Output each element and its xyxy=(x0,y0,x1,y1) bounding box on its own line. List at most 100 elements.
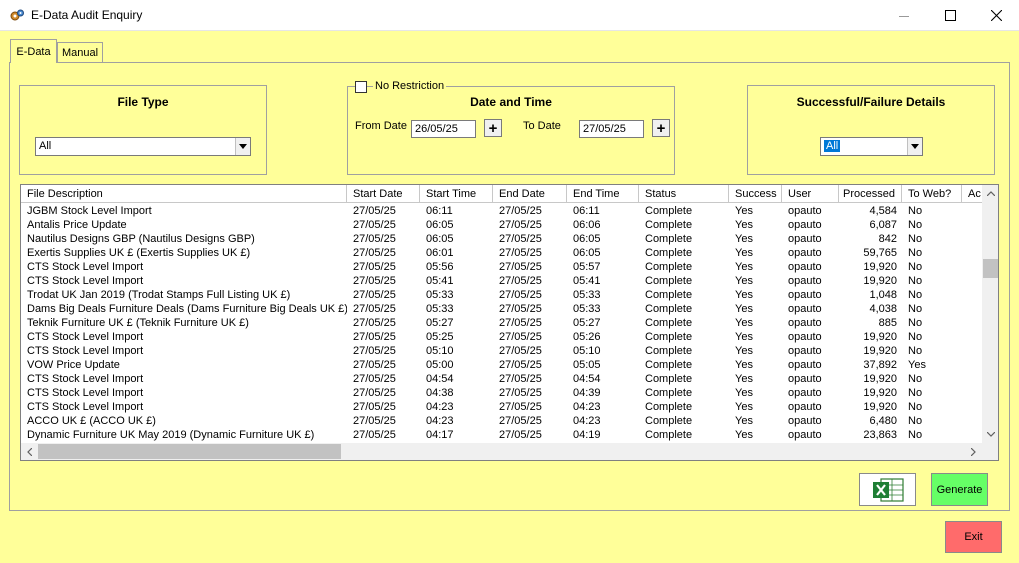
table-row[interactable]: Antalis Price Update 27/05/25 06:05 27/05/2… xyxy=(21,218,981,232)
cell-end-time: 05:05 xyxy=(573,359,601,371)
cell-processed: 23,863 xyxy=(863,429,897,441)
cell-to-web: No xyxy=(908,219,923,231)
cell-start-date: 27/05/25 xyxy=(353,205,396,217)
cell-start-time: 05:33 xyxy=(426,289,454,301)
window-title: E-Data Audit Enquiry xyxy=(31,8,143,22)
cell-user: opauto xyxy=(788,387,822,399)
column-header-end-time[interactable]: End Time xyxy=(567,185,639,203)
vertical-scroll-thumb[interactable] xyxy=(983,259,998,278)
cell-start-time: 05:41 xyxy=(426,275,454,287)
cell-start-time: 04:23 xyxy=(426,415,454,427)
cell-end-time: 04:39 xyxy=(573,387,601,399)
to-date-label: To Date xyxy=(523,120,561,132)
cell-start-date: 27/05/25 xyxy=(353,429,396,441)
from-date-input[interactable]: 26/05/25 xyxy=(411,120,476,138)
cell-success: Yes xyxy=(735,387,753,399)
column-header-file-description[interactable]: File Description xyxy=(21,185,347,203)
success-failure-select[interactable]: All xyxy=(820,137,923,156)
cell-status: Complete xyxy=(645,275,693,287)
cell-end-time: 04:23 xyxy=(573,401,601,413)
cell-status: Complete xyxy=(645,331,693,343)
cell-start-date: 27/05/25 xyxy=(353,303,396,315)
scroll-corner xyxy=(982,443,998,460)
column-header-to-web[interactable]: To Web? xyxy=(902,185,962,203)
success-failure-group: Successful/Failure Details All xyxy=(747,85,995,175)
from-date-picker-button[interactable]: + xyxy=(484,119,502,137)
table-row[interactable]: Nautilus Designs GBP (Nautilus Designs G… xyxy=(21,232,981,246)
chevron-down-icon[interactable] xyxy=(907,138,922,155)
cell-file-description: CTS Stock Level Import xyxy=(27,331,144,343)
column-header-end-date[interactable]: End Date xyxy=(493,185,567,203)
tab-manual[interactable]: Manual xyxy=(57,42,103,63)
file-type-group: File Type All xyxy=(19,85,267,175)
cell-user: opauto xyxy=(788,401,822,413)
cell-file-description: Dynamic Furniture UK May 2019 (Dynamic F… xyxy=(27,429,315,441)
to-date-input[interactable]: 27/05/25 xyxy=(579,120,644,138)
table-row[interactable]: Exertis Supplies UK £ (Exertis Supplies … xyxy=(21,246,981,260)
grid-header: File Description Start Date Start Time End … xyxy=(21,185,998,203)
no-restriction-checkbox[interactable] xyxy=(355,81,367,93)
audit-grid[interactable]: File Description Start Date Start Time End … xyxy=(20,184,999,461)
cell-status: Complete xyxy=(645,373,693,385)
cell-end-time: 04:19 xyxy=(573,429,601,441)
to-date-picker-button[interactable]: + xyxy=(652,119,670,137)
tab-e-data[interactable]: E-Data xyxy=(10,39,57,63)
column-header-start-date[interactable]: Start Date xyxy=(347,185,420,203)
cell-file-description: JGBM Stock Level Import xyxy=(27,205,152,217)
cell-end-time: 04:23 xyxy=(573,415,601,427)
cell-to-web: No xyxy=(908,415,923,427)
column-header-start-time[interactable]: Start Time xyxy=(420,185,493,203)
vertical-scrollbar[interactable] xyxy=(982,185,998,443)
cell-status: Complete xyxy=(645,359,693,371)
cell-start-time: 04:17 xyxy=(426,429,454,441)
close-button[interactable] xyxy=(973,0,1019,31)
maximize-button[interactable] xyxy=(927,0,973,31)
cell-start-time: 06:05 xyxy=(426,219,454,231)
table-row[interactable]: Teknik Furniture UK £ (Teknik Furniture … xyxy=(21,316,981,330)
cell-processed: 1,048 xyxy=(869,289,897,301)
table-row[interactable]: CTS Stock Level Import 27/05/25 04:54 27/05… xyxy=(21,372,981,386)
cell-start-time: 05:56 xyxy=(426,261,454,273)
table-row[interactable]: JGBM Stock Level Import 27/05/25 06:11 27/0… xyxy=(21,204,981,218)
column-header-processed[interactable]: Processed xyxy=(839,185,902,203)
cell-status: Complete xyxy=(645,289,693,301)
cell-end-date: 27/05/25 xyxy=(499,303,542,315)
horizontal-scrollbar[interactable] xyxy=(21,443,982,460)
exit-button[interactable]: Exit xyxy=(945,521,1002,553)
table-row[interactable]: CTS Stock Level Import 27/05/25 05:56 27/05… xyxy=(21,260,981,274)
column-header-success[interactable]: Success xyxy=(729,185,782,203)
file-type-select[interactable]: All xyxy=(35,137,251,156)
minimize-button[interactable] xyxy=(881,0,927,31)
table-row[interactable]: CTS Stock Level Import 27/05/25 05:10 27/05… xyxy=(21,344,981,358)
cell-to-web: No xyxy=(908,275,923,287)
table-row[interactable]: Trodat UK Jan 2019 (Trodat Stamps Full L… xyxy=(21,288,981,302)
cell-processed: 885 xyxy=(878,317,897,329)
horizontal-scroll-thumb[interactable] xyxy=(38,444,341,459)
chevron-down-icon[interactable] xyxy=(235,138,250,155)
cell-user: opauto xyxy=(788,275,822,287)
scroll-left-icon[interactable] xyxy=(21,443,38,460)
scroll-down-icon[interactable] xyxy=(982,426,998,443)
table-row[interactable]: VOW Price Update 27/05/25 05:00 27/05/25 05:… xyxy=(21,358,981,372)
scroll-up-icon[interactable] xyxy=(982,185,998,202)
column-header-status[interactable]: Status xyxy=(639,185,729,203)
cell-file-description: Antalis Price Update xyxy=(27,219,127,231)
cell-success: Yes xyxy=(735,289,753,301)
table-row[interactable]: Dams Big Deals Furniture Deals (Dams Fur… xyxy=(21,302,981,316)
column-header-user[interactable]: User xyxy=(782,185,839,203)
cell-file-description: CTS Stock Level Import xyxy=(27,345,144,357)
cell-start-date: 27/05/25 xyxy=(353,261,396,273)
table-row[interactable]: CTS Stock Level Import 27/05/25 05:25 27/05… xyxy=(21,330,981,344)
cell-processed: 6,087 xyxy=(869,219,897,231)
cell-status: Complete xyxy=(645,303,693,315)
table-row[interactable]: ACCO UK £ (ACCO UK £) 27/05/25 04:23 27/05/… xyxy=(21,414,981,428)
scroll-right-icon[interactable] xyxy=(965,443,982,460)
cell-start-time: 05:10 xyxy=(426,345,454,357)
table-row[interactable]: Dynamic Furniture UK May 2019 (Dynamic F… xyxy=(21,428,981,442)
table-row[interactable]: CTS Stock Level Import 27/05/25 04:38 27/05… xyxy=(21,386,981,400)
generate-button[interactable]: Generate xyxy=(931,473,988,506)
table-row[interactable]: CTS Stock Level Import 27/05/25 04:23 27/05… xyxy=(21,400,981,414)
cell-to-web: No xyxy=(908,289,923,301)
export-excel-button[interactable] xyxy=(859,473,916,506)
table-row[interactable]: CTS Stock Level Import 27/05/25 05:41 27/05… xyxy=(21,274,981,288)
